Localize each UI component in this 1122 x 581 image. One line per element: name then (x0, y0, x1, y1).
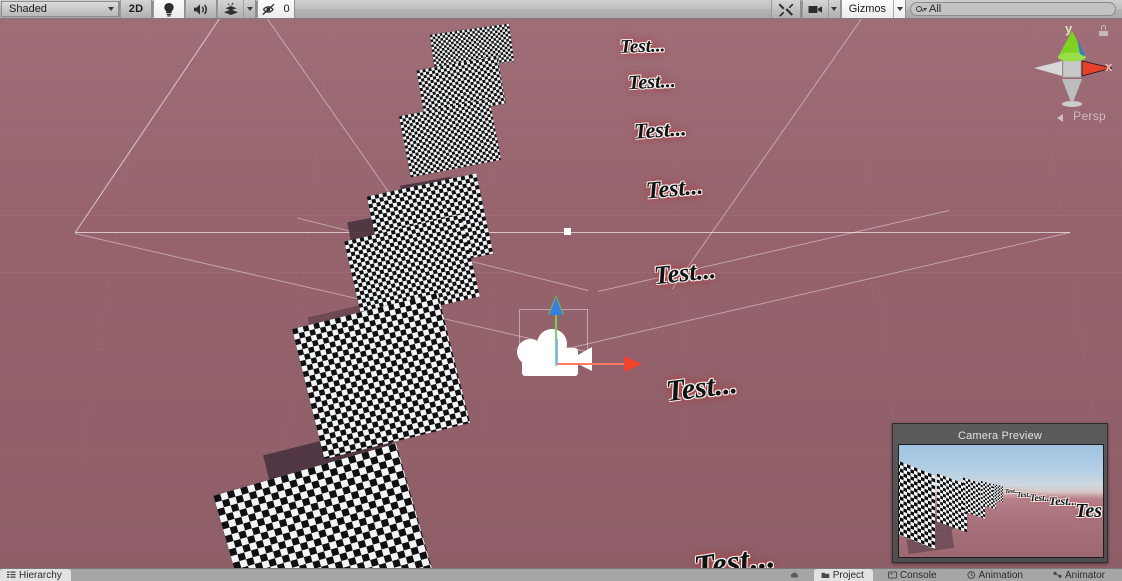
lock-icon[interactable] (1099, 25, 1108, 36)
effects-layers-icon (223, 2, 238, 15)
chevron-down-icon (831, 7, 838, 11)
cloud-icon (790, 572, 798, 578)
scene-text-object[interactable]: Test... (633, 115, 687, 145)
shading-mode-label: Shaded (9, 3, 47, 15)
scene-view-gizmo[interactable]: y x Persp (1024, 21, 1120, 125)
animator-icon (1053, 571, 1062, 578)
console-icon (887, 571, 897, 579)
scene-view-toolbar: Shaded 2D 0 Gizmos All (0, 0, 1122, 19)
search-icon-group[interactable] (916, 6, 927, 12)
gizmo-cone-z[interactable] (549, 297, 563, 315)
view-gizmo-axis-y-label: y (1065, 21, 1073, 36)
tab-hierarchy[interactable]: Hierarchy (0, 569, 71, 581)
gizmos-dropdown-button[interactable] (893, 0, 906, 18)
scene-text-object[interactable]: Test... (620, 35, 666, 59)
project-icon (821, 572, 829, 578)
animation-icon (966, 571, 975, 579)
hidden-objects-count: 0 (283, 3, 290, 15)
camera-preview-text: Tes (1075, 500, 1103, 522)
eye-slash-icon (262, 3, 275, 15)
speaker-icon (193, 3, 207, 15)
scene-text-object[interactable]: Test... (645, 174, 704, 206)
toggle-effects-button[interactable] (217, 0, 243, 18)
toggle-2d-label: 2D (128, 3, 144, 15)
tab-console-label: Console (899, 569, 937, 581)
gizmos-label: Gizmos (848, 3, 886, 15)
tab-collab-icon-area[interactable] (783, 569, 808, 581)
camera-preview-render: Test... Test... Test... Test... Tes (898, 444, 1104, 558)
scene-viewport[interactable]: Test... Test... Test... Test... Test... Test.… (0, 19, 1122, 568)
tab-project[interactable]: Project (813, 569, 873, 581)
chevron-down-icon (108, 7, 114, 11)
bottom-tab-bar: Hierarchy Project Console Animation Anim… (0, 568, 1122, 581)
tab-project-label: Project (832, 569, 864, 581)
scene-text-object[interactable]: Test... (653, 255, 718, 291)
toggle-lighting-button[interactable] (153, 0, 185, 18)
toggle-audio-button[interactable] (185, 0, 217, 18)
gizmo-cone-x[interactable] (624, 356, 642, 372)
search-input[interactable]: All (910, 2, 1116, 16)
lightbulb-icon (164, 2, 174, 16)
scene-text-object[interactable]: Test... (627, 70, 676, 95)
tab-animator[interactable]: Animator (1046, 569, 1114, 581)
camera-gizmo-icon[interactable] (512, 319, 604, 386)
hierarchy-icon (7, 571, 16, 578)
tab-placeholder (281, 569, 297, 581)
tab-animator-label: Animator (1064, 569, 1105, 581)
scene-tools-button[interactable] (770, 0, 801, 18)
camera-preview-title: Camera Preview (957, 430, 1043, 442)
view-gizmo-axis-x-label: x (1105, 59, 1113, 74)
view-gizmo-projection-label[interactable]: Persp (1073, 109, 1106, 123)
effects-dropdown-button[interactable] (243, 0, 256, 18)
hidden-objects-button[interactable]: 0 (257, 0, 295, 18)
scene-camera-button[interactable] (801, 0, 828, 18)
chevron-left-icon[interactable] (1057, 114, 1063, 122)
tools-icon (778, 3, 794, 17)
chevron-down-icon (896, 7, 903, 11)
unity-scene-view-window: Shaded 2D 0 Gizmos All Test... Test... T… (0, 0, 1122, 581)
search-icon (916, 6, 922, 12)
tab-animation-label: Animation (978, 569, 1023, 581)
tab-animation[interactable]: Animation (960, 569, 1032, 581)
camera-preview-panel: Camera Preview Test... Test... Test... Test… (892, 423, 1108, 563)
toggle-2d-button[interactable]: 2D (120, 0, 152, 18)
gizmos-button[interactable]: Gizmos (840, 0, 893, 18)
tab-hierarchy-label: Hierarchy (19, 569, 62, 581)
shading-mode-dropdown[interactable]: Shaded (1, 1, 119, 17)
scene-camera-icon (808, 5, 822, 13)
tab-console[interactable]: Console (881, 569, 946, 581)
gizmo-axis-z[interactable] (556, 339, 558, 365)
search-value: All (929, 3, 942, 15)
camera-preview-text: Test... (1049, 494, 1078, 508)
chevron-down-icon (246, 7, 253, 11)
scene-camera-dropdown-button[interactable] (827, 0, 841, 18)
gizmo-axis-x[interactable] (556, 363, 628, 365)
